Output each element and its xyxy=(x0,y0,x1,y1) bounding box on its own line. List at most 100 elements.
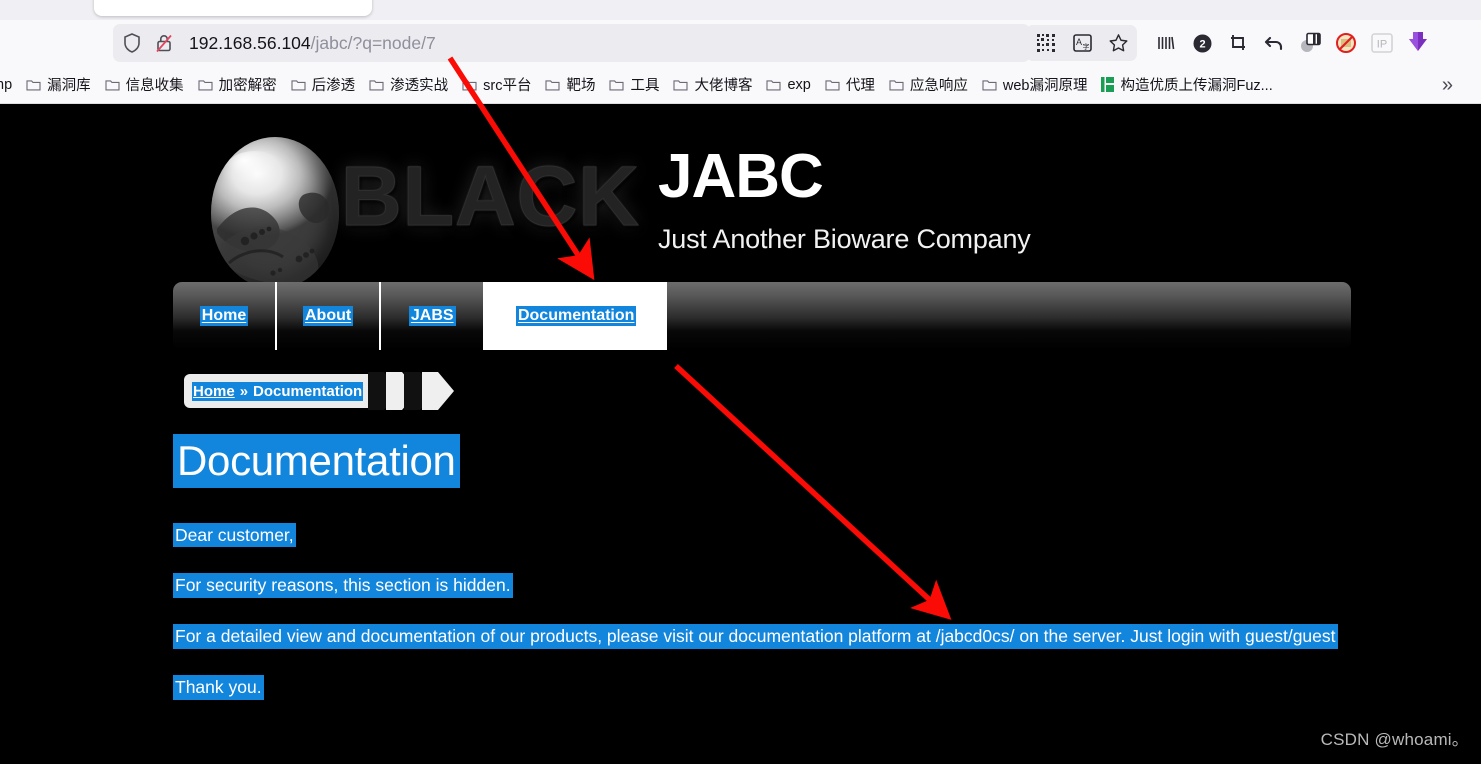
folder-icon xyxy=(889,80,904,91)
content-paragraph: Dear customer, xyxy=(173,522,296,548)
bookmark-label: 渗透实战 xyxy=(390,78,449,94)
tab-strip xyxy=(0,0,1481,20)
page-title: JABC xyxy=(658,142,824,211)
nav-label: JABS xyxy=(408,306,456,326)
breadcrumb: Home » Documentation xyxy=(184,372,472,410)
svg-text:字: 字 xyxy=(1082,42,1089,51)
bookmark-item[interactable]: 工具 xyxy=(602,72,666,98)
site-header: BLACK JABC Just Another Bioware Company xyxy=(173,124,1353,289)
folder-icon xyxy=(462,80,477,91)
folder-icon xyxy=(545,80,561,91)
breadcrumb-bar: Home » Documentation xyxy=(184,374,370,408)
container-badge-icon[interactable]: 2 xyxy=(1184,25,1220,61)
bookmark-item[interactable]: 加密解密 xyxy=(191,72,284,98)
bookmarks-bar: hp 漏洞库 信息收集 加密解密 后渗透 渗透实战 src平台 靶场 xyxy=(0,66,1481,104)
jabc-logo-icon xyxy=(211,137,339,289)
folder-icon xyxy=(26,80,41,91)
nav-label: About xyxy=(303,306,354,326)
nav-item-jabs[interactable]: JABS xyxy=(381,282,486,350)
bookmark-label: 信息收集 xyxy=(125,78,184,94)
nav-item-home[interactable]: Home xyxy=(173,282,277,350)
browser-tab[interactable] xyxy=(94,0,372,16)
bookmark-item[interactable]: 后渗透 xyxy=(284,72,363,98)
main-content: Documentation Dear customer, For securit… xyxy=(173,434,1423,700)
folder-icon xyxy=(369,80,384,91)
url-host: 192.168.56.104 xyxy=(189,32,311,53)
shield-icon[interactable] xyxy=(119,30,145,56)
bookmark-label: hp xyxy=(0,76,13,93)
browser-window: 192.168.56.104/jabc/?q=node/7 A 字 2 IP p… xyxy=(0,0,1481,764)
bookmark-item[interactable]: exp xyxy=(759,72,817,98)
breadcrumb-chevrons-icon xyxy=(368,372,472,410)
library-icon[interactable] xyxy=(1148,25,1184,61)
folder-icon xyxy=(291,80,306,91)
web-page: BLACK JABC Just Another Bioware Company … xyxy=(0,104,1481,764)
folder-icon xyxy=(609,80,625,91)
folder-icon xyxy=(198,80,213,91)
bookmark-item[interactable]: 大佬博客 xyxy=(666,72,759,98)
content-paragraph: For a detailed view and documentation of… xyxy=(173,624,1338,649)
breadcrumb-home-link[interactable]: Home xyxy=(192,381,236,401)
block-script-icon[interactable] xyxy=(1328,25,1364,61)
black-wordmark: BLACK xyxy=(341,149,640,244)
bookmark-label: 工具 xyxy=(630,78,660,94)
ip-extension-icon[interactable]: IP xyxy=(1364,25,1400,61)
bookmark-item[interactable]: web漏洞原理 xyxy=(975,72,1095,98)
screenshot-crop-icon[interactable] xyxy=(1220,25,1256,61)
bookmark-label: 大佬博客 xyxy=(694,78,753,94)
green-page-icon xyxy=(1101,77,1115,92)
purple-extension-icon[interactable] xyxy=(1400,25,1436,61)
bookmarks-overflow-icon[interactable]: » xyxy=(1442,74,1453,97)
browser-toolbar: A 字 2 IP xyxy=(1028,24,1436,62)
bookmark-label: 后渗透 xyxy=(311,78,356,94)
svg-text:2: 2 xyxy=(1199,38,1205,50)
bookmark-item[interactable]: 漏洞库 xyxy=(19,72,98,98)
bookmark-label: exp xyxy=(787,76,811,93)
watermark: CSDN @whoami。 xyxy=(1320,730,1469,749)
breadcrumb-current: Documentation xyxy=(252,381,364,401)
bookmark-item[interactable]: 构造优质上传漏洞Fuz... xyxy=(1094,72,1279,98)
bookmark-item[interactable]: src平台 xyxy=(455,72,538,98)
nav-filler xyxy=(667,282,1351,350)
undo-arrow-icon[interactable] xyxy=(1256,25,1292,61)
nav-label: Home xyxy=(199,306,249,326)
lock-crossed-icon[interactable] xyxy=(151,30,177,56)
bookmark-item[interactable]: 渗透实战 xyxy=(362,72,455,98)
address-bar[interactable]: 192.168.56.104/jabc/?q=node/7 xyxy=(113,24,1030,62)
bookmark-item[interactable]: 信息收集 xyxy=(98,72,191,98)
nav-label: Documentation xyxy=(515,306,637,326)
bookmark-label: 加密解密 xyxy=(218,78,277,94)
bookmark-item[interactable]: 代理 xyxy=(818,72,882,98)
content-paragraph: Thank you. xyxy=(173,674,264,700)
bookmark-label: 代理 xyxy=(845,78,875,94)
breadcrumb-separator: » xyxy=(235,381,253,401)
nav-item-about[interactable]: About xyxy=(277,282,382,350)
bookmark-item[interactable]: 应急响应 xyxy=(882,72,975,98)
svg-text:A: A xyxy=(1076,37,1082,47)
url-path: /jabc/?q=node/7 xyxy=(310,32,436,53)
bookmark-label: 构造优质上传漏洞Fuz... xyxy=(1120,78,1273,94)
qr-code-icon[interactable] xyxy=(1028,25,1064,61)
folder-icon xyxy=(673,80,689,91)
bookmark-item[interactable]: 靶场 xyxy=(538,72,602,98)
url-text: 192.168.56.104/jabc/?q=node/7 xyxy=(189,33,436,54)
bookmark-star-icon[interactable] xyxy=(1100,25,1136,61)
folder-icon xyxy=(982,80,997,91)
bookmark-label: src平台 xyxy=(483,78,532,94)
folder-icon xyxy=(825,80,840,91)
reader-split-icon[interactable] xyxy=(1292,25,1328,61)
bookmark-label: web漏洞原理 xyxy=(1002,78,1088,94)
bookmark-label: 漏洞库 xyxy=(47,78,91,94)
translate-icon[interactable]: A 字 xyxy=(1064,25,1100,61)
page-subtitle: Just Another Bioware Company xyxy=(658,224,1031,254)
bookmark-item[interactable]: hp xyxy=(0,72,19,98)
nav-item-documentation[interactable]: Documentation xyxy=(485,282,668,350)
bookmark-label: 应急响应 xyxy=(909,78,968,94)
folder-icon xyxy=(105,80,120,91)
bookmark-label: 靶场 xyxy=(566,78,596,94)
main-navigation: Home About JABS Documentation xyxy=(173,282,1351,350)
content-paragraph: For security reasons, this section is hi… xyxy=(173,573,513,599)
folder-icon xyxy=(766,80,782,91)
svg-text:IP: IP xyxy=(1377,39,1387,51)
content-heading: Documentation xyxy=(173,434,460,488)
